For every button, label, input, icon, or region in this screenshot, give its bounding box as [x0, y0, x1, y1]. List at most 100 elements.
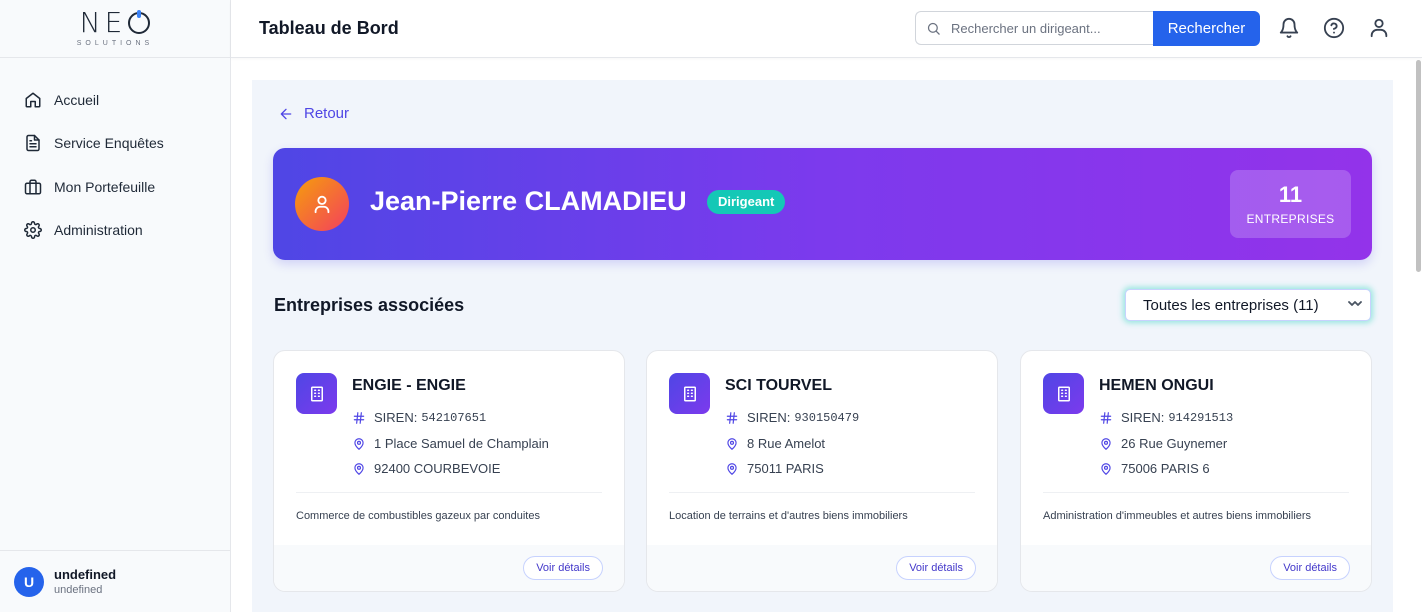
logo-subtitle: SOLUTIONS	[76, 40, 154, 47]
divider	[669, 492, 975, 493]
sidebar-nav: Accueil Service Enquêtes Mon Portefeuill…	[0, 58, 230, 252]
company-count: 11 ENTREPRISES	[1230, 170, 1351, 238]
gear-icon	[24, 221, 42, 240]
company-address: 1 Place Samuel de Champlain	[352, 436, 549, 451]
map-pin-icon	[727, 437, 737, 450]
company-card: SCI TOURVEL SIREN: 930150479 8 Rue Amelot…	[646, 350, 998, 592]
company-count-label: ENTREPRISES	[1246, 212, 1335, 226]
divider	[1043, 492, 1349, 493]
role-badge: Dirigeant	[707, 190, 786, 214]
divider	[296, 492, 602, 493]
search-input[interactable]	[951, 20, 1141, 36]
search-bar: Rechercher	[915, 11, 1260, 46]
main-area: Tableau de Bord Rechercher Retour Jean-P…	[231, 0, 1422, 612]
siren-label: SIREN:	[747, 410, 791, 425]
search-icon	[927, 22, 940, 35]
page-title: Tableau de Bord	[259, 18, 399, 38]
sidebar-item-service-enquetes[interactable]: Service Enquêtes	[0, 122, 230, 166]
hash-icon	[726, 411, 738, 424]
map-pin-icon	[354, 462, 364, 475]
search-button[interactable]: Rechercher	[1153, 11, 1260, 46]
company-card: HEMEN ONGUI SIREN: 914291513 26 Rue Guyne…	[1020, 350, 1372, 592]
city-text: 75011 PARIS	[747, 461, 824, 476]
help-icon[interactable]	[1323, 17, 1345, 39]
scrollbar[interactable]	[1414, 58, 1422, 612]
address-text: 8 Rue Amelot	[747, 436, 826, 451]
siren-label: SIREN:	[374, 410, 418, 425]
city-text: 92400 COURBEVOIE	[374, 461, 501, 476]
user-profile[interactable]: U undefined undefined	[0, 550, 230, 612]
user-icon	[314, 195, 330, 214]
map-pin-icon	[354, 437, 364, 450]
building-icon	[669, 373, 710, 414]
sidebar-item-label: Administration	[54, 222, 143, 239]
company-list: ENGIE - ENGIE SIREN: 542107651 1 Place Sa…	[273, 350, 1373, 612]
section-title: Entreprises associées	[274, 295, 465, 315]
company-siren: SIREN: 914291513	[1099, 410, 1233, 425]
sidebar-item-mon-portefeuille[interactable]: Mon Portefeuille	[0, 165, 230, 209]
siren-value: 930150479	[794, 410, 860, 425]
building-icon	[296, 373, 337, 414]
briefcase-icon	[24, 179, 42, 195]
card-footer: Voir détails	[274, 545, 624, 591]
sidebar: NE SOLUTIONS Accueil Service Enquêtes Mo…	[0, 0, 231, 612]
view-details-button[interactable]: Voir détails	[1270, 556, 1350, 580]
map-pin-icon	[1101, 462, 1111, 475]
logo-text: NE	[79, 6, 127, 39]
map-pin-icon	[727, 462, 737, 475]
company-address: 26 Rue Guynemer	[1099, 436, 1227, 451]
search-field[interactable]	[915, 11, 1153, 45]
content-panel: Retour Jean-Pierre CLAMADIEU Dirigeant 1…	[252, 80, 1393, 612]
siren-value: 914291513	[1168, 410, 1234, 425]
company-name: SCI TOURVEL	[725, 377, 832, 394]
view-details-button[interactable]: Voir détails	[523, 556, 603, 580]
app-root: NE SOLUTIONS Accueil Service Enquêtes Mo…	[0, 0, 1422, 612]
company-activity: Administration d'immeubles et autres bie…	[1043, 510, 1312, 522]
address-text: 26 Rue Guynemer	[1121, 436, 1228, 451]
address-text: 1 Place Samuel de Champlain	[374, 436, 549, 451]
company-count-value: 11	[1278, 182, 1303, 207]
back-label: Retour	[304, 105, 350, 122]
home-icon	[25, 92, 41, 108]
siren-value: 542107651	[421, 410, 487, 425]
building-icon	[1043, 373, 1084, 414]
city-text: 75006 PARIS 6	[1121, 461, 1210, 476]
back-link[interactable]: Retour	[278, 105, 349, 122]
company-card: ENGIE - ENGIE SIREN: 542107651 1 Place Sa…	[273, 350, 625, 592]
document-icon	[26, 135, 40, 152]
bell-icon[interactable]	[1278, 17, 1300, 39]
siren-label: SIREN:	[1121, 410, 1165, 425]
person-header: Jean-Pierre CLAMADIEU Dirigeant 11 ENTRE…	[273, 148, 1372, 260]
sidebar-item-label: Service Enquêtes	[54, 135, 164, 152]
company-activity: Location de terrains et d'autres biens i…	[669, 510, 908, 522]
arrow-left-icon	[280, 108, 292, 119]
scrollbar-thumb[interactable]	[1416, 60, 1421, 272]
company-siren: SIREN: 930150479	[725, 410, 859, 425]
sidebar-item-accueil[interactable]: Accueil	[0, 78, 230, 122]
sidebar-item-administration[interactable]: Administration	[0, 209, 230, 253]
company-address: 8 Rue Amelot	[725, 436, 825, 451]
company-siren: SIREN: 542107651	[352, 410, 486, 425]
card-footer: Voir détails	[647, 545, 997, 591]
company-city: 75006 PARIS 6	[1099, 461, 1210, 476]
hash-icon	[1100, 411, 1112, 424]
logo-o-icon	[128, 10, 151, 34]
card-footer: Voir détails	[1021, 545, 1371, 591]
sidebar-item-label: Accueil	[54, 91, 100, 108]
company-activity: Commerce de combustibles gazeux par cond…	[296, 510, 540, 522]
company-filter-select[interactable]: Toutes les entreprises (11)	[1125, 289, 1371, 321]
avatar: U	[14, 566, 44, 597]
user-icon[interactable]	[1368, 17, 1390, 39]
user-subtitle: undefined	[54, 584, 103, 596]
company-name: HEMEN ONGUI	[1099, 377, 1214, 394]
logo: NE SOLUTIONS	[0, 0, 230, 58]
sidebar-item-label: Mon Portefeuille	[54, 178, 156, 195]
company-city: 92400 COURBEVOIE	[352, 461, 500, 476]
view-details-button[interactable]: Voir détails	[896, 556, 976, 580]
user-info: undefined undefined	[54, 567, 116, 596]
filter-value: Toutes les entreprises (11)	[1143, 296, 1319, 314]
map-pin-icon	[1101, 437, 1111, 450]
company-name: ENGIE - ENGIE	[352, 377, 466, 394]
chevron-down-icon	[1348, 301, 1362, 306]
company-city: 75011 PARIS	[725, 461, 824, 476]
